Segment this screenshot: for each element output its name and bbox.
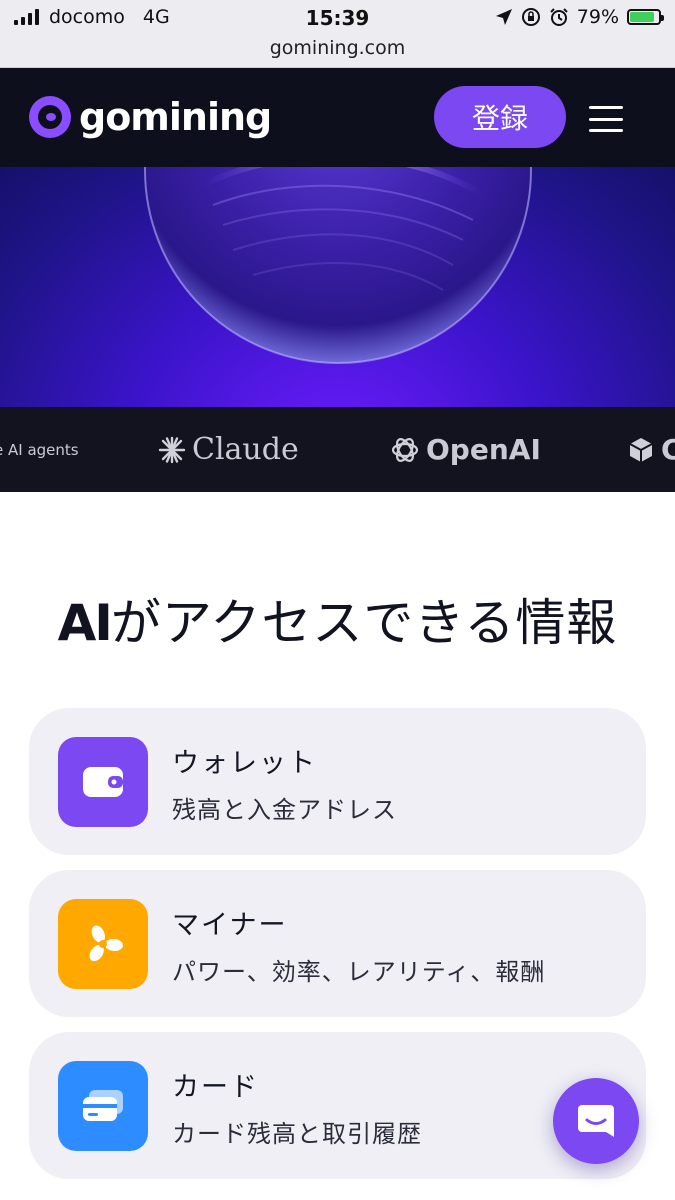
openai-logo: OpenAI xyxy=(390,407,541,492)
info-card-wallet[interactable]: ウォレット 残高と入金アドレス xyxy=(29,708,646,855)
section-title-rest: がアクセスできる情報 xyxy=(110,594,618,652)
card-title: マイナー xyxy=(172,910,288,941)
logo[interactable]: gomining xyxy=(29,95,272,139)
chat-button[interactable] xyxy=(553,1078,639,1164)
info-card-miner[interactable]: マイナー パワー、効率、レアリティ、報酬 xyxy=(29,870,646,1017)
status-right: 79% xyxy=(495,6,664,28)
battery-percent: 79% xyxy=(576,6,619,28)
openai-knot-icon xyxy=(391,437,419,462)
section-title: AIがアクセスできる情報 xyxy=(0,583,675,655)
hero-banner xyxy=(0,167,675,407)
fan-icon xyxy=(58,899,148,989)
rotation-lock-icon xyxy=(521,8,540,26)
next-partner-text: C xyxy=(661,433,675,466)
openai-text: OpenAI xyxy=(426,433,541,466)
cards-icon xyxy=(58,1061,148,1151)
info-card-card[interactable]: カード カード残高と取引履歴 xyxy=(29,1032,646,1179)
logo-text: gomining xyxy=(79,95,272,139)
card-title: ウォレット xyxy=(172,748,317,779)
ai-partners-strip: e AI agents Claude OpenAI C xyxy=(0,407,675,492)
url-bar[interactable]: gomining.com xyxy=(0,37,675,59)
cube-icon xyxy=(629,437,653,462)
status-bar: docomo 4G 15:39 79% gomining.com xyxy=(0,0,675,68)
card-description: カード残高と取引履歴 xyxy=(172,1120,422,1148)
alarm-icon xyxy=(550,8,568,26)
claude-spark-icon xyxy=(158,436,186,463)
next-partner-logo: C xyxy=(627,407,675,492)
battery-icon xyxy=(627,9,664,25)
claude-logo: Claude xyxy=(158,407,299,492)
card-description: 残高と入金アドレス xyxy=(172,796,397,824)
card-title: カード xyxy=(172,1072,259,1103)
section-title-ai: AI xyxy=(57,594,113,652)
gomining-logo-icon xyxy=(29,96,71,138)
register-button[interactable]: 登録 xyxy=(434,86,566,148)
ai-agents-label: e AI agents xyxy=(0,440,79,459)
orb-graphic xyxy=(144,167,532,364)
card-description: パワー、効率、レアリティ、報酬 xyxy=(172,958,546,986)
chat-icon xyxy=(578,1105,614,1137)
wallet-icon xyxy=(58,737,148,827)
hamburger-menu-icon[interactable] xyxy=(589,106,623,132)
location-arrow-icon xyxy=(495,9,512,25)
site-header: gomining 登録 xyxy=(0,68,675,167)
claude-text: Claude xyxy=(192,432,299,467)
